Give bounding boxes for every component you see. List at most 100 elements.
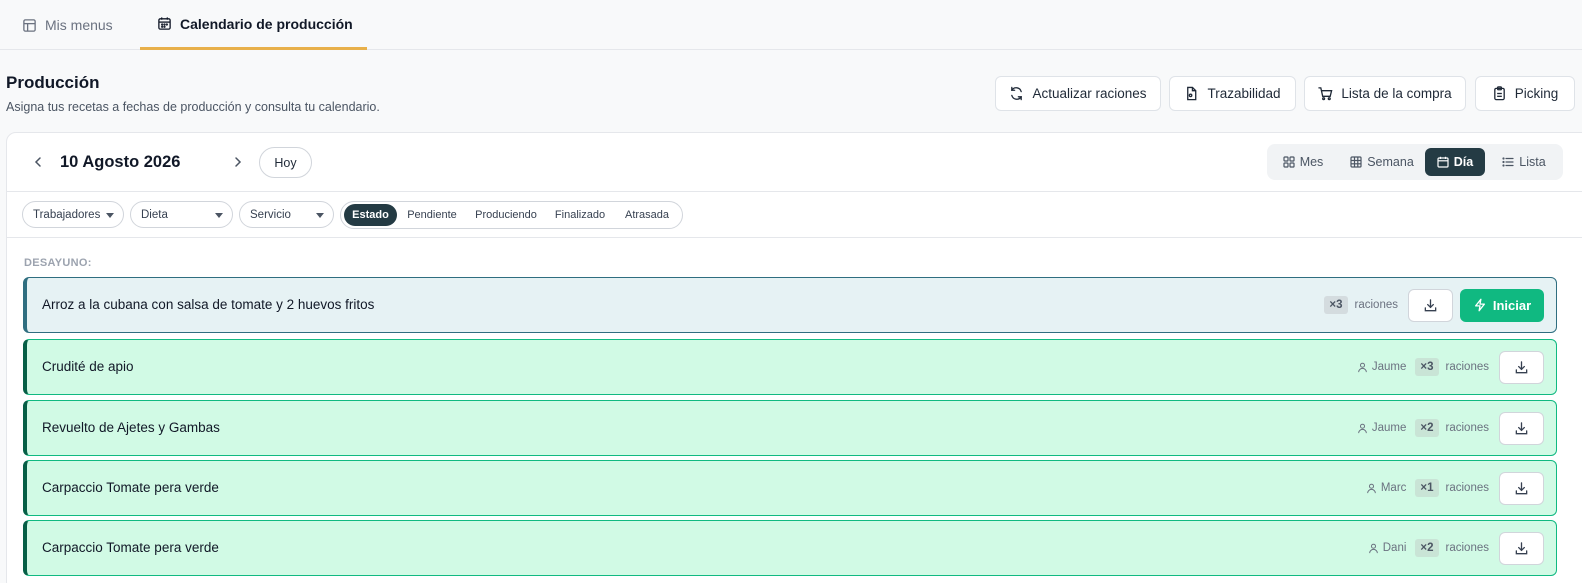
portion-word: raciones	[1445, 482, 1489, 494]
view-switcher: Mes Semana Día Lista	[1267, 144, 1563, 180]
view-list[interactable]: Lista	[1491, 148, 1557, 176]
view-month[interactable]: Mes	[1275, 148, 1331, 176]
worker: Jaume	[1357, 422, 1407, 434]
download-icon	[1515, 541, 1528, 554]
button-label: Lista de la compra	[1341, 86, 1452, 101]
recipe-row[interactable]: Crudité de apio Jaume ×3 raciones	[23, 339, 1557, 395]
recipe-name: Revuelto de Ajetes y Gambas	[42, 420, 220, 435]
download-button[interactable]	[1499, 350, 1544, 384]
document-icon	[1187, 86, 1197, 101]
worker: Marc	[1366, 482, 1407, 494]
download-button[interactable]	[1499, 471, 1544, 505]
start-button[interactable]: Iniciar	[1460, 288, 1544, 322]
user-icon	[1366, 483, 1376, 493]
start-label: Iniciar	[1492, 297, 1532, 313]
next-day-button[interactable]	[227, 151, 249, 173]
download-button[interactable]	[1408, 288, 1453, 322]
user-icon	[1358, 423, 1367, 433]
portion-count: ×1	[1415, 479, 1439, 497]
dieta-select[interactable]: Dieta	[130, 201, 233, 228]
caret-down-icon	[106, 213, 114, 218]
row-actions: Jaume ×3 raciones	[1357, 340, 1544, 394]
portion-count: ×3	[1324, 296, 1348, 314]
calendar-header: 10 Agosto 2026 Hoy Mes Semana Día Lista	[7, 133, 1582, 192]
view-label: Semana	[1367, 155, 1414, 169]
page-subtitle: Asigna tus recetas a fechas de producció…	[6, 100, 380, 114]
table-icon	[23, 18, 36, 32]
servicio-select[interactable]: Servicio	[239, 201, 334, 228]
status-finalizado[interactable]: Finalizado	[549, 204, 611, 226]
recipe-name: Crudité de apio	[42, 359, 134, 374]
worker-name: Jaume	[1371, 361, 1407, 373]
row-actions: Dani ×2 raciones	[1368, 521, 1544, 575]
recipe-row[interactable]: Carpaccio Tomate pera verde Dani ×2 raci…	[23, 520, 1557, 576]
view-week[interactable]: Semana	[1339, 148, 1425, 176]
tab-label: Mis menus	[45, 17, 113, 33]
status-atrasada[interactable]: Atrasada	[617, 204, 677, 226]
caret-down-icon	[316, 213, 324, 218]
recipe-row[interactable]: Carpaccio Tomate pera verde Marc ×1 raci…	[23, 460, 1557, 516]
portion-count: ×3	[1415, 358, 1439, 376]
calendar-icon	[1437, 156, 1449, 168]
select-value: Dieta	[141, 208, 168, 221]
worker-name: Dani	[1382, 542, 1407, 554]
top-tabs: Mis menus Calendario de producción	[0, 0, 1582, 50]
portion-word: raciones	[1445, 542, 1489, 554]
page-title: Producción	[6, 73, 100, 92]
actualizar-raciones-button[interactable]: Actualizar raciones	[995, 76, 1161, 111]
status-estado[interactable]: Estado	[344, 204, 397, 226]
worker: Jaume	[1357, 361, 1407, 373]
portion-count: ×2	[1415, 419, 1439, 437]
filters-bar: Trabajadores Dieta Servicio Estado Pendi…	[7, 192, 1582, 238]
row-actions: ×3 raciones Iniciar	[1324, 278, 1544, 332]
row-actions: Jaume ×2 raciones	[1357, 401, 1544, 455]
chevron-left-icon	[34, 157, 41, 167]
select-value: Servicio	[250, 208, 291, 221]
clipboard-icon	[1493, 86, 1505, 101]
button-label: Actualizar raciones	[1032, 86, 1147, 101]
caret-down-icon	[215, 213, 223, 218]
prev-day-button[interactable]	[27, 151, 49, 173]
download-button[interactable]	[1499, 531, 1544, 565]
download-icon	[1515, 421, 1528, 434]
today-button[interactable]: Hoy	[259, 147, 312, 178]
list-icon	[1502, 157, 1514, 167]
lista-compra-button[interactable]: Lista de la compra	[1304, 76, 1466, 111]
view-label: Mes	[1299, 155, 1324, 169]
trabajadores-select[interactable]: Trabajadores	[22, 201, 124, 228]
recipe-row[interactable]: Revuelto de Ajetes y Gambas Jaume ×2 rac…	[23, 400, 1557, 456]
portion-count: ×2	[1415, 539, 1439, 557]
tab-calendario[interactable]: Calendario de producción	[140, 0, 367, 50]
user-icon	[1368, 543, 1378, 553]
picking-button[interactable]: Picking	[1475, 76, 1575, 111]
recipe-name: Arroz a la cubana con salsa de tomate y …	[42, 297, 375, 312]
recipe-row[interactable]: Arroz a la cubana con salsa de tomate y …	[23, 277, 1557, 333]
portion-word: raciones	[1445, 361, 1489, 373]
view-day[interactable]: Día	[1425, 148, 1485, 176]
recipe-name: Carpaccio Tomate pera verde	[42, 540, 219, 555]
worker-name: Jaume	[1371, 422, 1407, 434]
section-label: DESAYUNO:	[24, 257, 92, 269]
download-icon	[1515, 360, 1528, 373]
status-produciendo[interactable]: Produciendo	[469, 204, 543, 226]
recipe-name: Carpaccio Tomate pera verde	[42, 480, 219, 495]
button-label: Picking	[1514, 86, 1559, 101]
table-icon	[1350, 156, 1362, 168]
download-icon	[1424, 298, 1437, 311]
tab-mis-menus[interactable]: Mis menus	[22, 0, 113, 50]
worker-name: Marc	[1380, 482, 1407, 494]
portion-word: raciones	[1445, 422, 1489, 434]
download-button[interactable]	[1499, 411, 1544, 445]
tab-label: Calendario de producción	[180, 15, 353, 32]
view-label: Día	[1453, 155, 1474, 169]
calendar-icon	[158, 17, 171, 30]
user-icon	[1358, 362, 1367, 372]
status-pendiente[interactable]: Pendiente	[401, 204, 463, 226]
select-value: Trabajadores	[33, 208, 101, 221]
trazabilidad-button[interactable]: Trazabilidad	[1169, 76, 1296, 111]
worker: Dani	[1368, 542, 1407, 554]
chevron-right-icon	[235, 157, 242, 167]
lightning-icon	[1474, 298, 1485, 312]
current-date: 10 Agosto 2026	[60, 153, 181, 171]
refresh-icon	[1011, 86, 1023, 101]
